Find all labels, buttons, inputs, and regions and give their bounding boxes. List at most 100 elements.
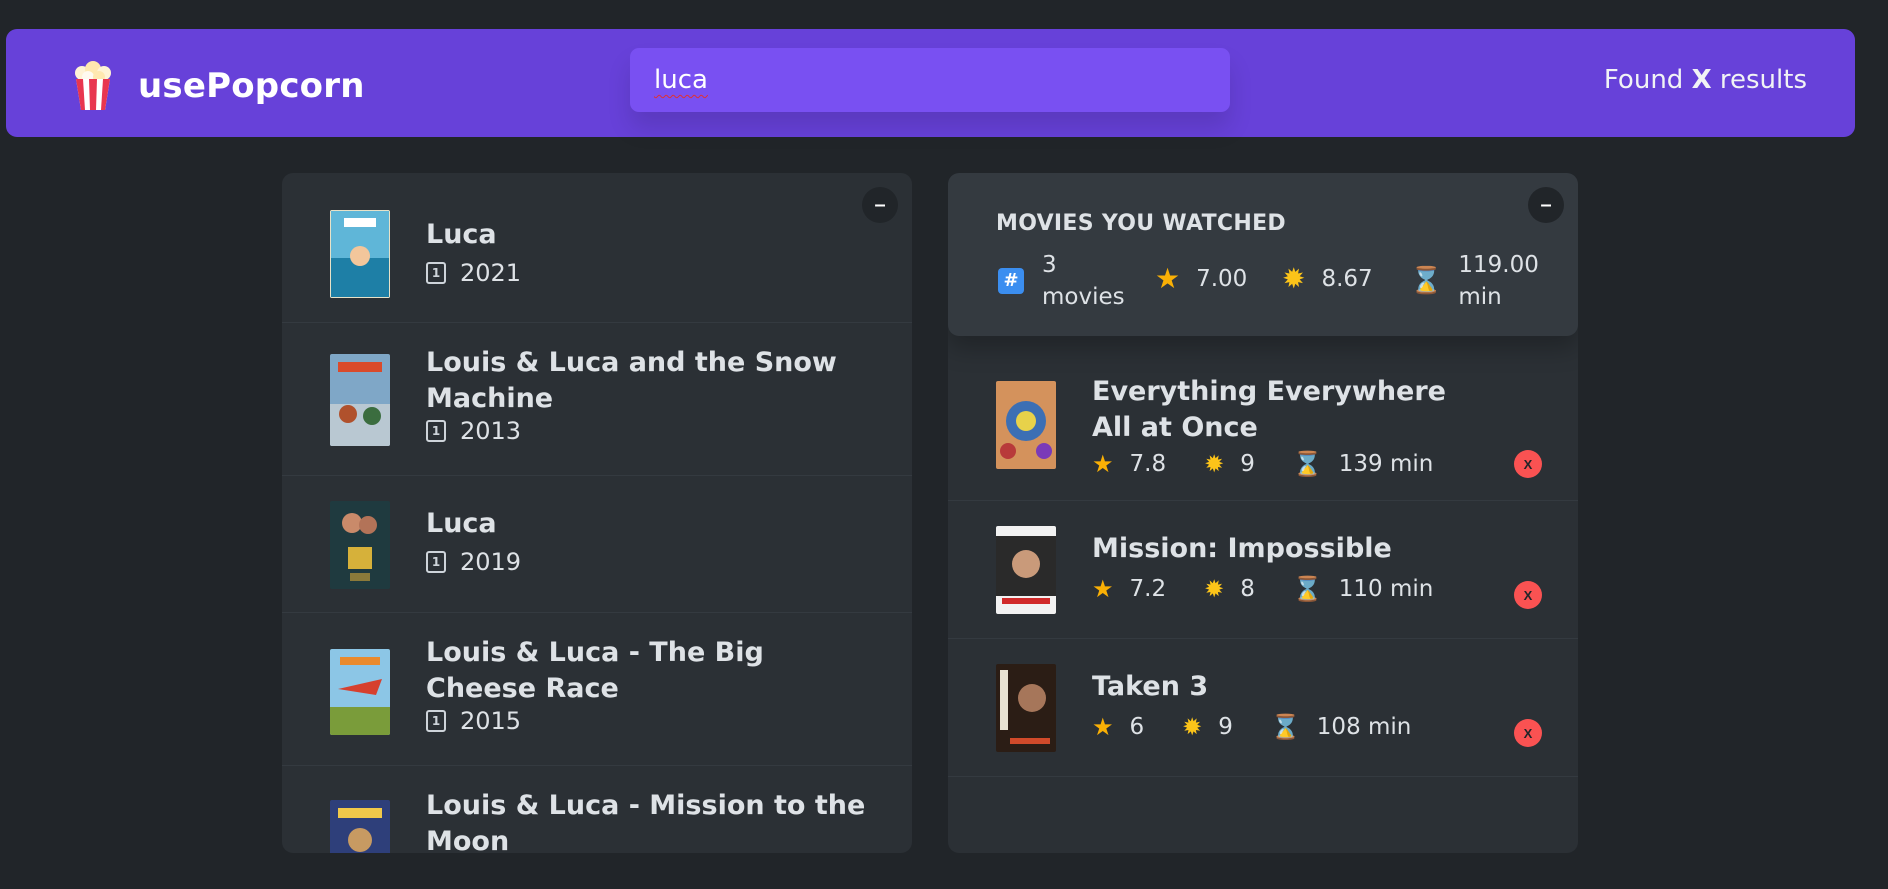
results-prefix: Found bbox=[1603, 65, 1684, 95]
popcorn-icon bbox=[75, 61, 111, 110]
summary-avg-user: ✹ 8.67 bbox=[1282, 263, 1373, 295]
collapse-results-button[interactable]: – bbox=[862, 187, 898, 223]
calendar-icon: 1 bbox=[426, 262, 446, 284]
movie-year-value: 2013 bbox=[460, 417, 522, 445]
navbar: usePopcorn luca Found X results bbox=[6, 29, 1855, 137]
summary-runtime-text: 119.00 min bbox=[1458, 249, 1538, 313]
movie-year-value: 2019 bbox=[460, 548, 522, 576]
watched-list-item: Everything Everywhere All at Once ★ 7.8 ✹… bbox=[948, 336, 1578, 501]
movie-title: Louis & Luca - The Big Cheese Race bbox=[426, 637, 764, 704]
logo: usePopcorn bbox=[70, 61, 365, 111]
star-icon: ★ bbox=[1155, 262, 1181, 295]
summary-avg-imdb-value: 7.00 bbox=[1196, 266, 1248, 292]
movie-poster bbox=[996, 381, 1056, 469]
star-icon: ★ bbox=[1092, 713, 1114, 741]
movie-list-item[interactable]: Luca 1 2019 bbox=[282, 476, 912, 613]
user-rating-value: 9 bbox=[1240, 451, 1255, 477]
results-suffix: results bbox=[1719, 65, 1807, 95]
watched-list: Everything Everywhere All at Once ★ 7.8 ✹… bbox=[948, 336, 1578, 777]
movie-list-item[interactable]: Louis & Luca - Mission to the Moon bbox=[282, 766, 912, 853]
movie-year: 1 2021 bbox=[426, 259, 872, 287]
movie-info: Mission: Impossible ★ 7.2 ✹ 8 ⌛ 110 min bbox=[1092, 531, 1488, 603]
summary-avg-imdb: ★ 7.00 bbox=[1155, 263, 1247, 295]
delete-watched-button[interactable]: X bbox=[1514, 719, 1542, 747]
movie-list-item[interactable]: Louis & Luca and the Snow Machine 1 2013 bbox=[282, 323, 912, 476]
star-icon: ★ bbox=[1092, 450, 1114, 478]
imdb-rating-value: 7.2 bbox=[1129, 576, 1167, 602]
runtime-value: 139 min bbox=[1338, 451, 1434, 477]
movie-poster bbox=[996, 664, 1056, 752]
movie-title: Everything Everywhere All at Once bbox=[1092, 376, 1446, 443]
delete-watched-button[interactable]: X bbox=[1514, 450, 1542, 478]
movie-year: 1 2015 bbox=[426, 707, 872, 735]
sun-icon: ✹ bbox=[1182, 713, 1203, 741]
movie-stats: ★ 6 ✹ 9 ⌛ 108 min bbox=[1092, 713, 1488, 741]
delete-watched-button[interactable]: X bbox=[1514, 581, 1542, 609]
summary-heading: MOVIES YOU WATCHED bbox=[996, 211, 1286, 236]
movie-poster bbox=[330, 354, 390, 446]
user-rating: ✹ 9 bbox=[1204, 450, 1255, 478]
calendar-icon: 1 bbox=[426, 420, 446, 442]
star-icon: ★ bbox=[1092, 575, 1114, 603]
movie-list-item[interactable]: Luca 1 2021 bbox=[282, 173, 912, 323]
runtime-value: 110 min bbox=[1338, 576, 1434, 602]
results-number: X bbox=[1691, 65, 1712, 95]
runtime-value: 108 min bbox=[1316, 714, 1412, 740]
summary-runtime-unit: min bbox=[1458, 284, 1502, 310]
summary-count-number: 3 bbox=[1042, 252, 1057, 278]
movie-list: Luca 1 2021 Louis & Luca and the Snow Ma… bbox=[282, 173, 912, 853]
results-count: Found X results bbox=[1604, 65, 1807, 95]
imdb-rating: ★ 7.8 bbox=[1092, 450, 1166, 478]
app-title: usePopcorn bbox=[138, 66, 365, 106]
movie-info: Louis & Luca - The Big Cheese Race 1 201… bbox=[426, 635, 872, 735]
summary-runtime-number: 119.00 bbox=[1458, 252, 1539, 278]
movie-list-item[interactable]: Louis & Luca - The Big Cheese Race 1 201… bbox=[282, 613, 912, 766]
imdb-rating: ★ 7.2 bbox=[1092, 575, 1166, 603]
movie-title: Louis & Luca - Mission to the Moon bbox=[426, 790, 866, 853]
watched-summary: MOVIES YOU WATCHED # 3 movies ★ 7.00 ✹ 8… bbox=[948, 173, 1578, 336]
movie-info: Louis & Luca - Mission to the Moon bbox=[426, 788, 872, 853]
hourglass-icon: ⌛ bbox=[1292, 575, 1323, 603]
movie-title: Taken 3 bbox=[1092, 671, 1209, 702]
movie-title: Mission: Impossible bbox=[1092, 533, 1392, 564]
watched-list-item: Taken 3 ★ 6 ✹ 9 ⌛ 108 min X bbox=[948, 639, 1578, 777]
runtime: ⌛ 139 min bbox=[1293, 450, 1433, 478]
imdb-rating: ★ 6 bbox=[1092, 713, 1144, 741]
movie-year: 1 2019 bbox=[426, 548, 872, 576]
search-input-value: luca bbox=[654, 65, 708, 95]
movie-stats: ★ 7.8 ✹ 9 ⌛ 139 min bbox=[1092, 450, 1488, 478]
sun-icon: ✹ bbox=[1204, 575, 1225, 603]
movie-title: Luca bbox=[426, 508, 497, 539]
movie-info: Luca 1 2019 bbox=[426, 506, 872, 576]
calendar-icon: 1 bbox=[426, 710, 446, 732]
user-rating: ✹ 9 bbox=[1182, 713, 1233, 741]
user-rating: ✹ 8 bbox=[1204, 575, 1255, 603]
hourglass-icon: ⌛ bbox=[1410, 266, 1443, 296]
movie-poster bbox=[330, 800, 390, 853]
runtime: ⌛ 108 min bbox=[1271, 713, 1411, 741]
collapse-watched-button[interactable]: – bbox=[1528, 187, 1564, 223]
movie-info: Taken 3 ★ 6 ✹ 9 ⌛ 108 min bbox=[1092, 669, 1488, 741]
movie-poster bbox=[330, 649, 390, 735]
movie-poster bbox=[330, 501, 390, 589]
summary-count-text: 3 movies bbox=[1042, 249, 1125, 313]
summary-count-unit: movies bbox=[1042, 284, 1125, 310]
search-results-box: – Luca 1 2021 Louis & Luca and the Snow … bbox=[282, 173, 912, 853]
hourglass-icon: ⌛ bbox=[1270, 713, 1301, 741]
movie-info: Luca 1 2021 bbox=[426, 217, 872, 287]
movie-year: 1 2013 bbox=[426, 417, 872, 445]
watched-list-item: Mission: Impossible ★ 7.2 ✹ 8 ⌛ 110 min X bbox=[948, 501, 1578, 639]
summary-movie-count: # 3 movies bbox=[998, 249, 1125, 313]
movie-info: Louis & Luca and the Snow Machine 1 2013 bbox=[426, 345, 872, 445]
summary-avg-user-value: 8.67 bbox=[1321, 266, 1373, 292]
user-rating-value: 8 bbox=[1240, 576, 1255, 602]
imdb-rating-value: 7.8 bbox=[1129, 451, 1167, 477]
user-rating-value: 9 bbox=[1218, 714, 1233, 740]
movie-info: Everything Everywhere All at Once ★ 7.8 ✹… bbox=[1092, 374, 1488, 478]
search-input[interactable]: luca bbox=[630, 48, 1230, 112]
movie-title: Louis & Luca and the Snow Machine bbox=[426, 347, 837, 414]
hash-icon: # bbox=[998, 268, 1024, 294]
movie-year-value: 2021 bbox=[460, 259, 522, 287]
movie-poster bbox=[996, 526, 1056, 614]
summary-avg-runtime: ⌛ 119.00 min bbox=[1410, 249, 1539, 313]
